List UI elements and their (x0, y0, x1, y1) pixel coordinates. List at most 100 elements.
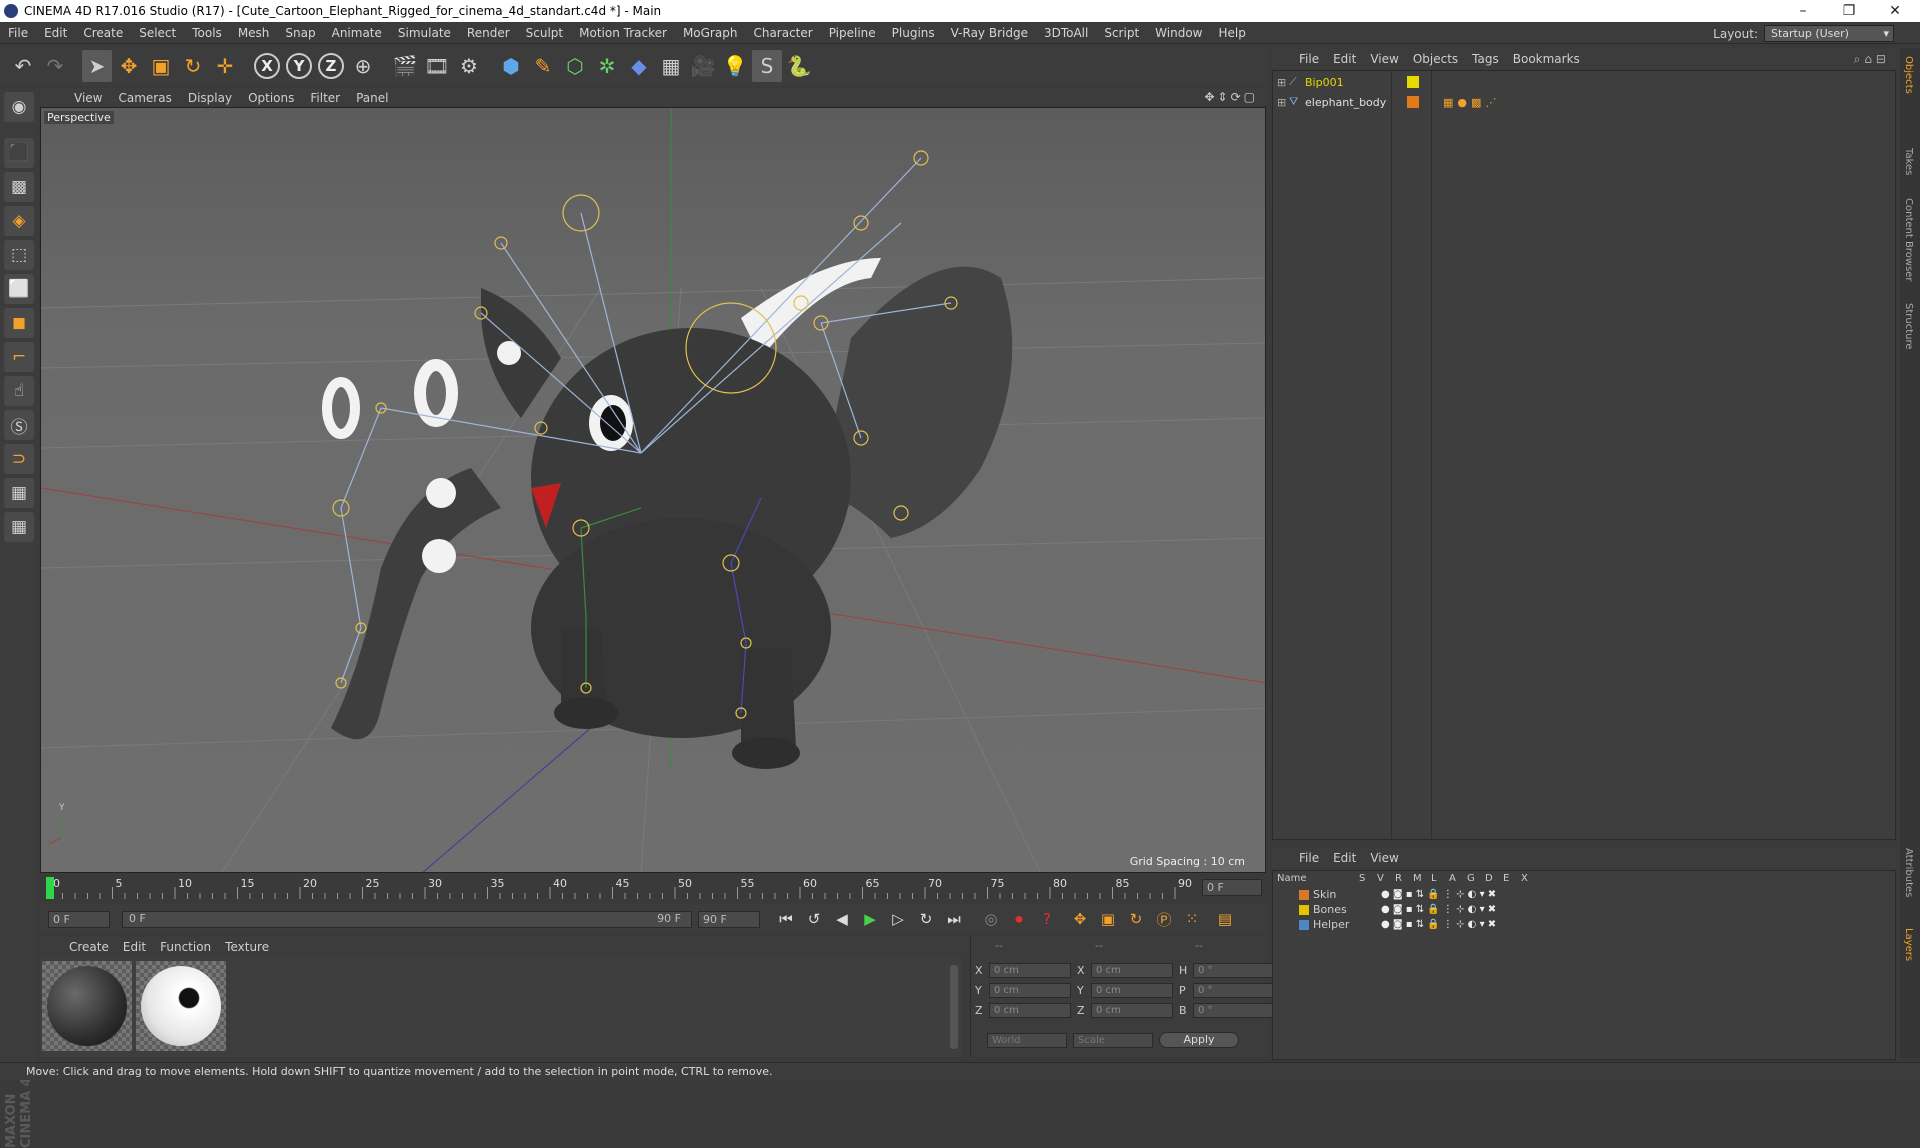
autokeying-icon[interactable]: ? (1036, 908, 1058, 930)
coordinate-system-icon[interactable]: ⊕ (348, 50, 378, 82)
transform-tool-icon[interactable]: ✛ (210, 50, 240, 82)
layers-menu-file[interactable]: File (1292, 851, 1326, 865)
menu-mograph[interactable]: MoGraph (675, 26, 746, 40)
current-frame-field[interactable]: 0 F (1202, 879, 1262, 896)
viewport-menu-display[interactable]: Display (180, 91, 240, 105)
key-rotation-icon[interactable]: ↻ (1125, 908, 1147, 930)
key-position-icon[interactable]: ✥ (1069, 908, 1091, 930)
layers-menu-view[interactable]: View (1363, 851, 1405, 865)
position-x-field[interactable]: 0 cm (989, 962, 1071, 978)
z-axis-icon[interactable]: Z (316, 50, 346, 82)
motion-clip-icon[interactable]: ◎ (980, 908, 1002, 930)
menu-pipeline[interactable]: Pipeline (821, 26, 884, 40)
material-swatch-eye[interactable] (136, 961, 226, 1051)
solo-mode-icon[interactable]: Ⓢ (4, 410, 34, 440)
position-z-field[interactable]: 0 cm (989, 1002, 1071, 1018)
menu-character[interactable]: Character (745, 26, 820, 40)
rotate-tool-icon[interactable]: ↻ (178, 50, 208, 82)
previous-key-icon[interactable]: ↺ (803, 908, 825, 930)
key-parameter-icon[interactable]: Ⓟ (1153, 908, 1175, 930)
key-pla-icon[interactable]: ⁙ (1181, 908, 1203, 930)
layer-row-skin[interactable]: Skin ● ◙ ▪ ⇅ 🔒 ⋮ ⊹ ◐ ▾ ✖ (1273, 887, 1893, 902)
object-row-bip001[interactable]: ⊞ ⟋ Bip001 (1273, 73, 1893, 91)
menu-render[interactable]: Render (459, 26, 518, 40)
objects-menu-objects[interactable]: Objects (1406, 52, 1465, 66)
menu-snap[interactable]: Snap (277, 26, 323, 40)
perspective-viewport[interactable]: Y Perspective Grid Spacing : 10 cm (40, 107, 1266, 873)
size-y-field[interactable]: 0 cm (1091, 982, 1173, 998)
menu-create[interactable]: Create (75, 26, 131, 40)
menu-edit[interactable]: Edit (36, 26, 75, 40)
next-frame-icon[interactable]: ▷ (887, 908, 909, 930)
menu-3dtoall[interactable]: 3DToAll (1036, 26, 1096, 40)
make-editable-icon[interactable]: ◉ (4, 92, 34, 122)
workplane-mode-icon[interactable]: ◈ (4, 206, 34, 236)
axis-mode-icon[interactable]: ⌐ (4, 342, 34, 372)
layer-toggle-icons[interactable]: ● ◙ ▪ ⇅ 🔒 ⋮ ⊹ ◐ ▾ ✖ (1381, 889, 1496, 900)
tab-content-browser[interactable]: Content Browser (1903, 198, 1914, 281)
layer-row-bones[interactable]: Bones ● ◙ ▪ ⇅ 🔒 ⋮ ⊹ ◐ ▾ ✖ (1273, 902, 1893, 917)
layer-row-helper[interactable]: Helper ● ◙ ▪ ⇅ 🔒 ⋮ ⊹ ◐ ▾ ✖ (1273, 917, 1893, 932)
material-swatch-skin[interactable] (42, 961, 132, 1051)
menu-tools[interactable]: Tools (184, 26, 230, 40)
menu-sculpt[interactable]: Sculpt (518, 26, 571, 40)
y-axis-icon[interactable]: Y (284, 50, 314, 82)
layer-toggle-icons[interactable]: ● ◙ ▪ ⇅ 🔒 ⋮ ⊹ ◐ ▾ ✖ (1381, 904, 1496, 915)
coordinate-mode-dropdown[interactable]: Scale (1073, 1032, 1153, 1048)
end-frame-field[interactable]: 90 F (698, 910, 760, 928)
material-menu-create[interactable]: Create (62, 940, 116, 954)
viewport-menu-cameras[interactable]: Cameras (110, 91, 179, 105)
restore-button[interactable]: ❐ (1826, 0, 1872, 22)
minimize-button[interactable]: – (1780, 0, 1826, 22)
edges-mode-icon[interactable]: ⬜ (4, 274, 34, 304)
viewport-menu-filter[interactable]: Filter (302, 91, 348, 105)
go-to-end-icon[interactable]: ⏭ (943, 908, 965, 930)
snapping-icon[interactable]: ⊃ (4, 444, 34, 474)
select-arrow-icon[interactable]: ➤ (82, 50, 112, 82)
menu-mesh[interactable]: Mesh (230, 26, 278, 40)
floor-scene-icon[interactable]: ▦ (656, 50, 686, 82)
layer-color-swatch[interactable] (1299, 919, 1309, 930)
model-mode-icon[interactable]: ⬛ (4, 138, 34, 168)
size-x-field[interactable]: 0 cm (1091, 962, 1173, 978)
viewport-menu-panel[interactable]: Panel (348, 91, 396, 105)
key-scale-icon[interactable]: ▣ (1097, 908, 1119, 930)
frame-range-slider[interactable]: 0 F 90 F (122, 910, 692, 928)
points-mode-icon[interactable]: ⬚ (4, 240, 34, 270)
material-menu-texture[interactable]: Texture (218, 940, 276, 954)
mograph-cloner-icon[interactable]: ✲ (592, 50, 622, 82)
timeline-ruler[interactable]: 0 5 10 15 20 25 30 35 40 45 50 55 60 65 70 75 80 85 90 0 F (40, 875, 1266, 901)
menu-file[interactable]: File (0, 26, 36, 40)
subdivision-icon[interactable]: ⬡ (560, 50, 590, 82)
tab-attributes[interactable]: Attributes (1903, 848, 1914, 897)
expand-icon[interactable]: ⊞ (1277, 96, 1289, 109)
layout-dropdown[interactable]: Startup (User) (1764, 25, 1894, 42)
rotation-p-field[interactable]: 0 ° (1193, 982, 1275, 998)
deformer-icon[interactable]: ◆ (624, 50, 654, 82)
viewport-navigation-icons[interactable]: ✥⇕⟳▢ (1204, 90, 1258, 104)
camera-icon[interactable]: 🎥 (688, 50, 718, 82)
render-settings-icon[interactable]: ⚙ (454, 50, 484, 82)
object-tags-icons[interactable]: ▦●▩⋰ (1443, 96, 1500, 109)
material-menu-function[interactable]: Function (153, 940, 218, 954)
position-y-field[interactable]: 0 cm (989, 982, 1071, 998)
pen-spline-icon[interactable]: ✎ (528, 50, 558, 82)
start-frame-field[interactable]: 0 F (48, 910, 110, 928)
scale-tool-icon[interactable]: ▣ (146, 50, 176, 82)
menu-window[interactable]: Window (1147, 26, 1210, 40)
go-to-start-icon[interactable]: ⏮ (775, 908, 797, 930)
x-axis-icon[interactable]: X (252, 50, 282, 82)
tab-structure[interactable]: Structure (1903, 303, 1914, 350)
menu-animate[interactable]: Animate (324, 26, 390, 40)
tweak-mode-icon[interactable]: ☝ (4, 376, 34, 406)
tab-takes[interactable]: Takes (1903, 148, 1914, 175)
size-z-field[interactable]: 0 cm (1091, 1002, 1173, 1018)
undo-icon[interactable]: ↶ (8, 50, 38, 82)
layer-color-swatch[interactable] (1407, 96, 1419, 108)
tab-objects[interactable]: Objects (1903, 56, 1914, 94)
objects-menu-file[interactable]: File (1292, 52, 1326, 66)
apply-button[interactable]: Apply (1159, 1032, 1239, 1048)
material-scrollbar[interactable] (950, 965, 958, 1049)
material-menu-edit[interactable]: Edit (116, 940, 153, 954)
light-icon[interactable]: 💡 (720, 50, 750, 82)
